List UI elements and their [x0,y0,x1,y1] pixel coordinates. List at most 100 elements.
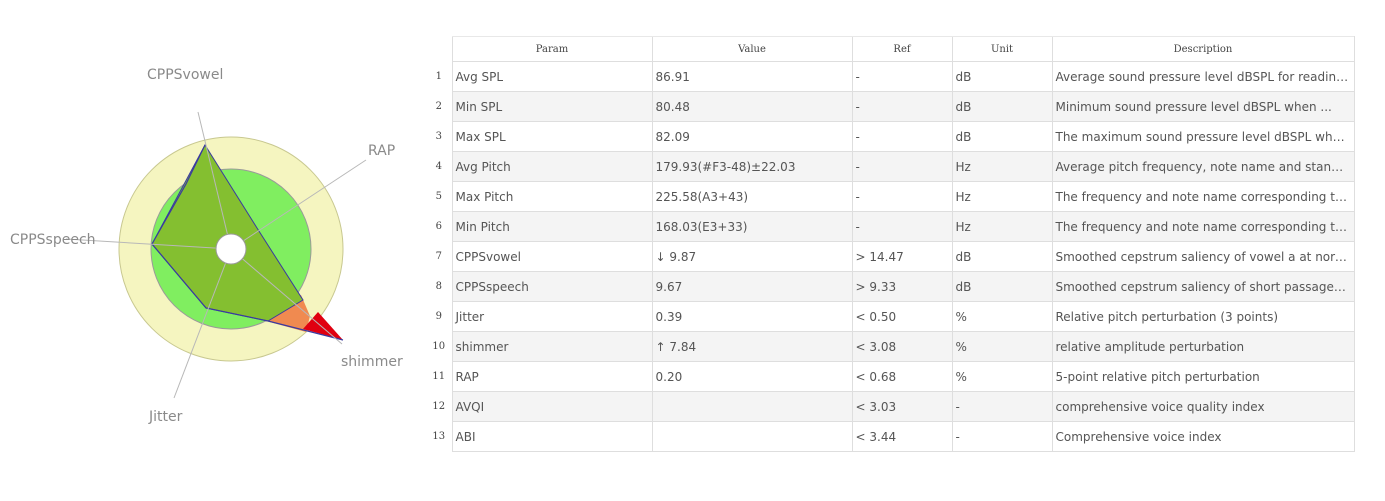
header-value[interactable]: Value [651,36,852,62]
value-cell: ↓ 9.87 [651,241,852,272]
description-cell: Average pitch frequency, note name and s… [1051,151,1355,182]
table-row[interactable]: 10 shimmer ↑ 7.84 < 3.08% relative amplitude… [426,331,1355,362]
value-cell: 82.09 [651,121,852,152]
description-cell: The maximum sound pressure level dBSPL w… [1051,121,1355,152]
value-cell: 80.48 [651,91,852,122]
header-param[interactable]: Param [451,36,652,62]
param-cell: Avg Pitch [451,151,652,182]
radar-chart: CPPSvowel RAP shimmer Jitter CPPSspeech [10,67,403,425]
unit-cell: dB [951,121,1052,152]
value-cell [651,391,852,422]
description-cell: Relative pitch perturbation (3 points) [1051,301,1355,332]
param-cell: Jitter [451,301,652,332]
param-cell: CPPSspeech [451,271,652,302]
row-index: 7 [426,241,452,272]
ref-cell: > 9.33 [851,271,952,302]
ref-cell: - [851,91,952,122]
unit-cell: Hz [951,181,1052,212]
value-cell: ↑ 7.84 [651,331,852,362]
param-cell: Min Pitch [451,211,652,242]
table-row[interactable]: 9 Jitter 0.39 < 0.50% Relative pitch perturb… [426,301,1355,332]
row-index: 10 [426,331,452,362]
radar-label-jitter: Jitter [148,409,183,425]
ref-cell: < 3.44 [851,421,952,452]
table-row[interactable]: 3 Max SPL 82.09- dB The maximum sound pressu… [426,121,1355,152]
description-cell: comprehensive voice quality index [1051,391,1355,422]
radar-label-cppsspeech: CPPSspeech [10,232,96,248]
row-index: 13 [426,421,452,452]
param-cell: Max Pitch [451,181,652,212]
row-index: 3 [426,121,452,152]
radar-center-hole [215,233,247,265]
ref-cell: < 0.68 [851,361,952,392]
ref-cell: > 14.47 [851,241,952,272]
value-cell: 9.67 [651,271,852,302]
row-index: 4 [426,151,452,182]
table-row[interactable]: 13 ABI < 3.44- Comprehensive voice index [426,421,1355,452]
radar-label-rap: RAP [368,143,395,159]
unit-cell: Hz [951,211,1052,242]
unit-cell: dB [951,91,1052,122]
row-index: 12 [426,391,452,422]
row-index: 6 [426,211,452,242]
description-cell: 5-point relative pitch perturbation [1051,361,1355,392]
table-row[interactable]: 5 Max Pitch 225.58(A3+43) - Hz The frequency … [426,181,1355,212]
parameters-table-container: Param Value Ref Unit Description 1 Avg SP… [426,36,1355,452]
unit-cell: dB [951,241,1052,272]
table-row[interactable]: 4 Avg Pitch 179.93(#F3-48)±22.03- Hz Average… [426,151,1355,182]
header-description[interactable]: Description [1051,36,1355,62]
parameters-table: Param Value Ref Unit Description 1 Avg SP… [426,36,1355,452]
unit-cell: % [951,361,1052,392]
header-ref[interactable]: Ref [851,36,952,62]
ref-cell: - [851,181,952,212]
radar-label-shimmer: shimmer [341,354,403,370]
param-cell: AVQI [451,391,652,422]
unit-cell: % [951,301,1052,332]
param-cell: Max SPL [451,121,652,152]
table-row[interactable]: 6 Min Pitch 168.03(E3+33) - Hz The frequency … [426,211,1355,242]
description-cell: relative amplitude perturbation [1051,331,1355,362]
row-index: 2 [426,91,452,122]
table-row[interactable]: 7 CPPSvowel ↓ 9.87 > 14.47 dB Smoothed cepstr… [426,241,1355,272]
table-row[interactable]: 8 CPPSspeech 9.67 > 9.33 dB Smoothed cepstrum… [426,271,1355,302]
row-index: 11 [426,361,452,392]
table-row[interactable]: 2 Min SPL 80.48- dB Minimum sound pressure l… [426,91,1355,122]
header-index [426,37,452,62]
description-cell: Minimum sound pressure level dBSPL when … [1051,91,1355,122]
unit-cell: % [951,331,1052,362]
ref-cell: - [851,151,952,182]
param-cell: CPPSvowel [451,241,652,272]
unit-cell: - [951,421,1052,452]
description-cell: The frequency and note name correspondin… [1051,181,1355,212]
header-unit[interactable]: Unit [951,36,1052,62]
row-index: 8 [426,271,452,302]
value-cell: 0.39 [651,301,852,332]
description-cell: The frequency and note name correspondin… [1051,211,1355,242]
unit-cell: dB [951,271,1052,302]
param-cell: ABI [451,421,652,452]
table-row[interactable]: 11 RAP 0.20 < 0.68% 5-point relative pitch p… [426,361,1355,392]
row-index: 1 [426,61,452,92]
description-cell: Comprehensive voice index [1051,421,1355,452]
row-index: 9 [426,301,452,332]
ref-cell: < 3.08 [851,331,952,362]
ref-cell: < 3.03 [851,391,952,422]
table-row[interactable]: 1 Avg SPL 86.91- dB Average sound pressure l… [426,61,1355,92]
value-cell: 0.20 [651,361,852,392]
value-cell: 86.91 [651,61,852,92]
ref-cell: < 0.50 [851,301,952,332]
table-header-row: Param Value Ref Unit Description [426,36,1355,62]
value-cell [651,421,852,452]
unit-cell: Hz [951,151,1052,182]
ref-cell: - [851,121,952,152]
param-cell: shimmer [451,331,652,362]
param-cell: Avg SPL [451,61,652,92]
param-cell: Min SPL [451,91,652,122]
table-row[interactable]: 12 AVQI < 3.03- comprehensive voice quality… [426,391,1355,422]
table-body: 1 Avg SPL 86.91- dB Average sound pressure l… [426,61,1355,452]
radar-label-cppsvowel: CPPSvowel [147,67,223,83]
description-cell: Average sound pressure level dBSPL for r… [1051,61,1355,92]
value-cell: 179.93(#F3-48)±22.03 [651,151,852,182]
unit-cell: - [951,391,1052,422]
value-cell: 168.03(E3+33) [651,211,852,242]
